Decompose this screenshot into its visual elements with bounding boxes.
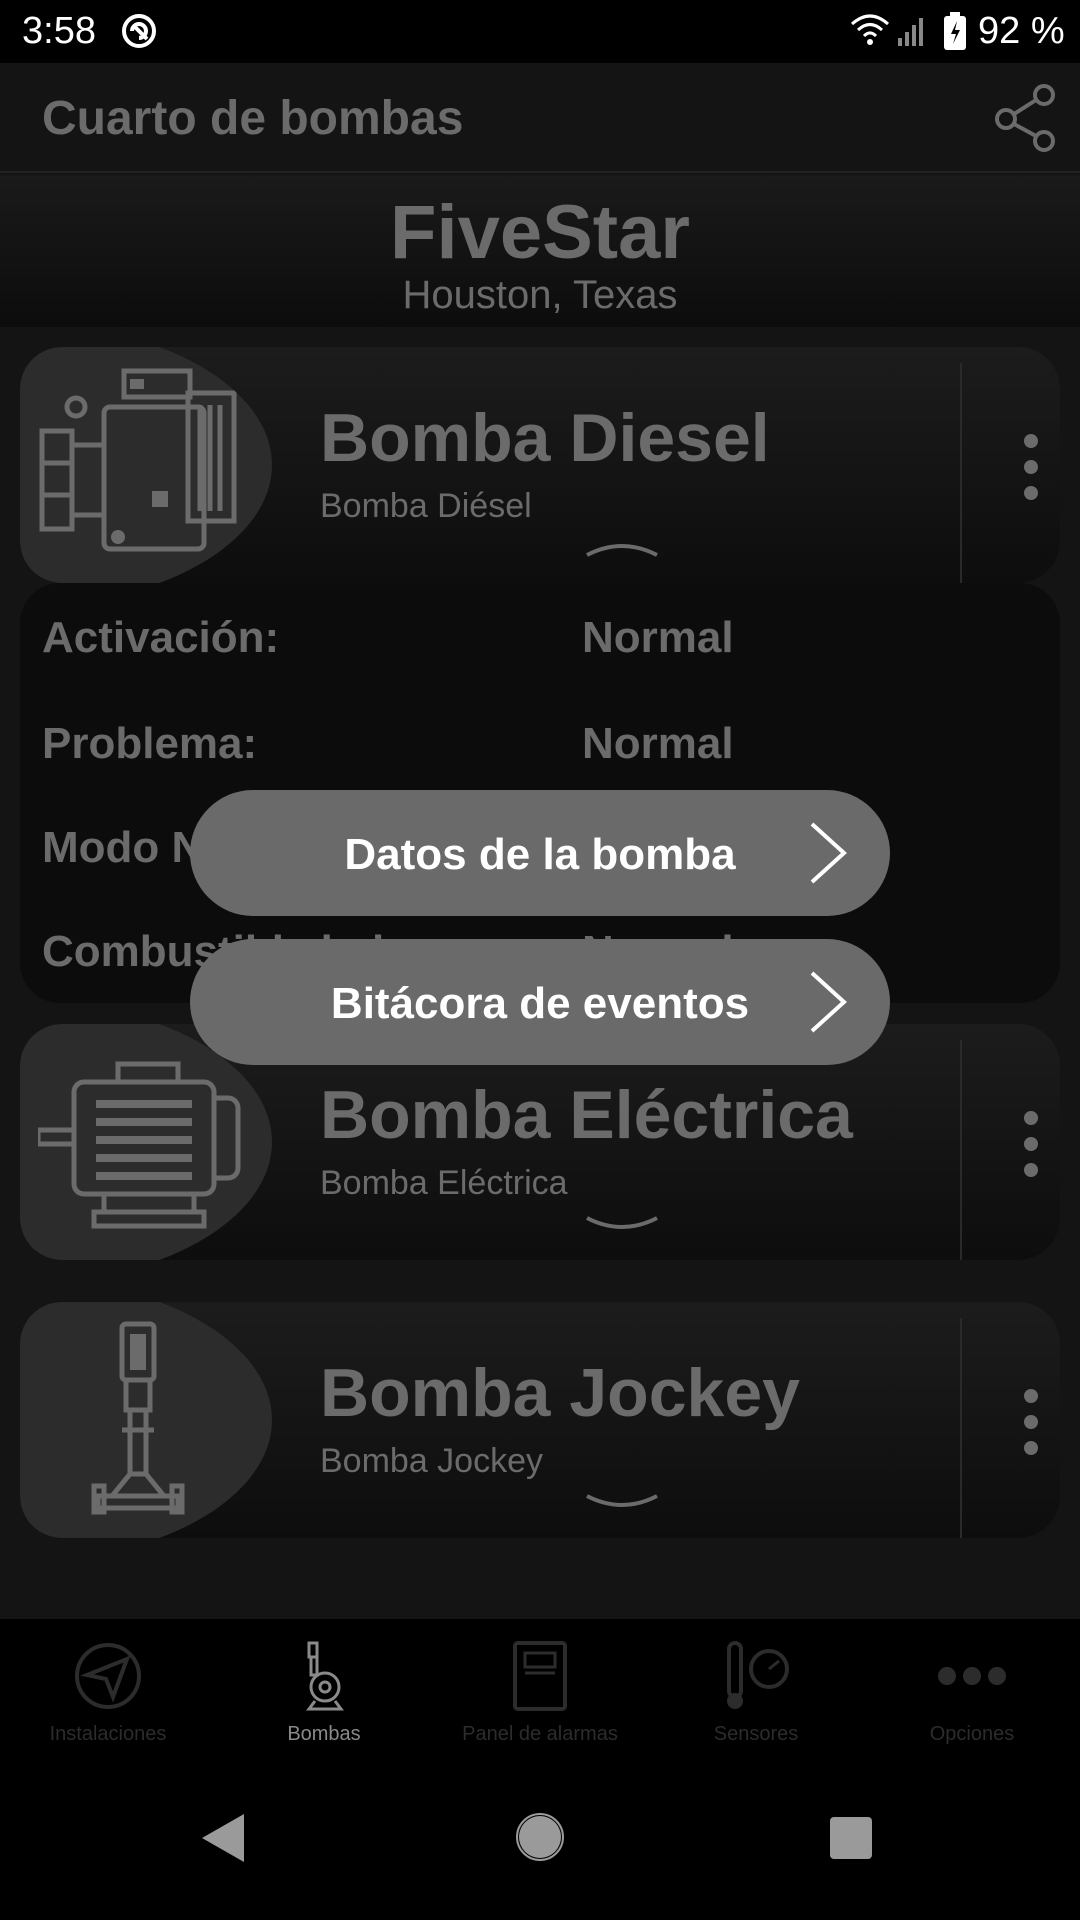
dnd-icon xyxy=(122,14,156,48)
event-log-button[interactable]: Bitácora de eventos xyxy=(190,939,890,1065)
pump-image xyxy=(20,347,272,583)
app-main: Cuarto de bombas FiveStar Houston, Texas xyxy=(0,63,1080,1619)
home-icon[interactable] xyxy=(515,1812,565,1862)
site-name: FiveStar xyxy=(390,190,690,275)
site-header: FiveStar Houston, Texas xyxy=(0,175,1080,327)
nav-item-opciones[interactable]: Opciones xyxy=(864,1619,1080,1775)
pump-subtitle: Bomba Diésel xyxy=(320,487,532,525)
more-dots-icon xyxy=(938,1667,1006,1685)
chevron-right-icon xyxy=(810,971,847,1033)
action-label: Bitácora de eventos xyxy=(330,979,750,1028)
alarm-panel-icon xyxy=(513,1641,567,1711)
pump-name: Bomba Jockey xyxy=(320,1355,800,1431)
action-label: Datos de la bomba xyxy=(344,830,736,879)
nav-item-instalaciones[interactable]: Instalaciones xyxy=(0,1619,216,1775)
chevron-up-icon[interactable] xyxy=(585,537,659,559)
divider xyxy=(960,363,962,583)
detail-label: Problema: xyxy=(42,719,258,768)
pump-data-button[interactable]: Datos de la bomba xyxy=(190,790,890,916)
thermometer-gauge-icon xyxy=(727,1641,789,1709)
chevron-down-icon[interactable] xyxy=(585,1492,659,1514)
wifi-icon xyxy=(851,14,889,45)
bottom-nav: Instalaciones Bombas Panel de alarmas Se… xyxy=(0,1619,1080,1775)
divider xyxy=(960,1040,962,1260)
detail-label: Modo N xyxy=(42,823,204,872)
nav-item-sensores[interactable]: Sensores xyxy=(648,1619,864,1775)
chevron-down-icon[interactable] xyxy=(585,1214,659,1236)
page-title: Cuarto de bombas xyxy=(42,92,464,145)
electric-motor-icon xyxy=(38,1061,241,1229)
share-icon[interactable] xyxy=(994,83,1058,153)
paper-plane-icon xyxy=(75,1643,141,1709)
pump-subtitle: Bomba Eléctrica xyxy=(320,1164,568,1202)
jockey-pump-icon xyxy=(91,1321,185,1515)
diesel-engine-icon xyxy=(39,368,237,552)
status-bar: 3:58 92 % xyxy=(0,0,1080,63)
back-icon[interactable] xyxy=(198,1812,248,1864)
detail-value: Normal xyxy=(582,613,734,662)
detail-value: Normal xyxy=(582,719,734,768)
divider xyxy=(960,1318,962,1538)
pump-name: Bomba Diesel xyxy=(320,400,770,476)
system-nav-bar xyxy=(0,1775,1080,1920)
pump-card-jockey[interactable]: Bomba Jockey Bomba Jockey xyxy=(20,1302,1060,1538)
detail-label: Activación: xyxy=(42,613,280,662)
pump-subtitle: Bomba Jockey xyxy=(320,1442,543,1480)
pump-icon xyxy=(306,1641,344,1711)
pump-image xyxy=(20,1302,272,1538)
signal-icon xyxy=(898,18,923,46)
battery-percent: 92 % xyxy=(978,10,1065,52)
chevron-right-icon xyxy=(810,822,847,884)
site-location: Houston, Texas xyxy=(402,273,678,317)
nav-item-panel-alarmas[interactable]: Panel de alarmas xyxy=(432,1619,648,1775)
status-time: 3:58 xyxy=(22,10,96,52)
detail-row: Activación: Normal xyxy=(42,613,1042,673)
more-vert-icon[interactable] xyxy=(1005,1382,1057,1462)
nav-label: Instalaciones xyxy=(49,1723,167,1745)
pump-card-diesel[interactable]: Bomba Diesel Bomba Diésel xyxy=(20,347,1060,583)
more-vert-icon[interactable] xyxy=(1005,427,1057,507)
nav-label: Panel de alarmas xyxy=(462,1723,618,1745)
nav-label: Sensores xyxy=(713,1723,799,1745)
nav-item-bombas[interactable]: Bombas xyxy=(216,1619,432,1775)
pump-name: Bomba Eléctrica xyxy=(320,1077,853,1153)
nav-label: Opciones xyxy=(929,1723,1015,1745)
battery-icon xyxy=(944,12,966,50)
more-vert-icon[interactable] xyxy=(1005,1104,1057,1184)
recents-icon[interactable] xyxy=(830,1817,872,1859)
nav-label: Bombas xyxy=(287,1723,361,1745)
detail-row: Problema: Normal xyxy=(42,719,1042,779)
app-header: Cuarto de bombas xyxy=(0,63,1080,173)
